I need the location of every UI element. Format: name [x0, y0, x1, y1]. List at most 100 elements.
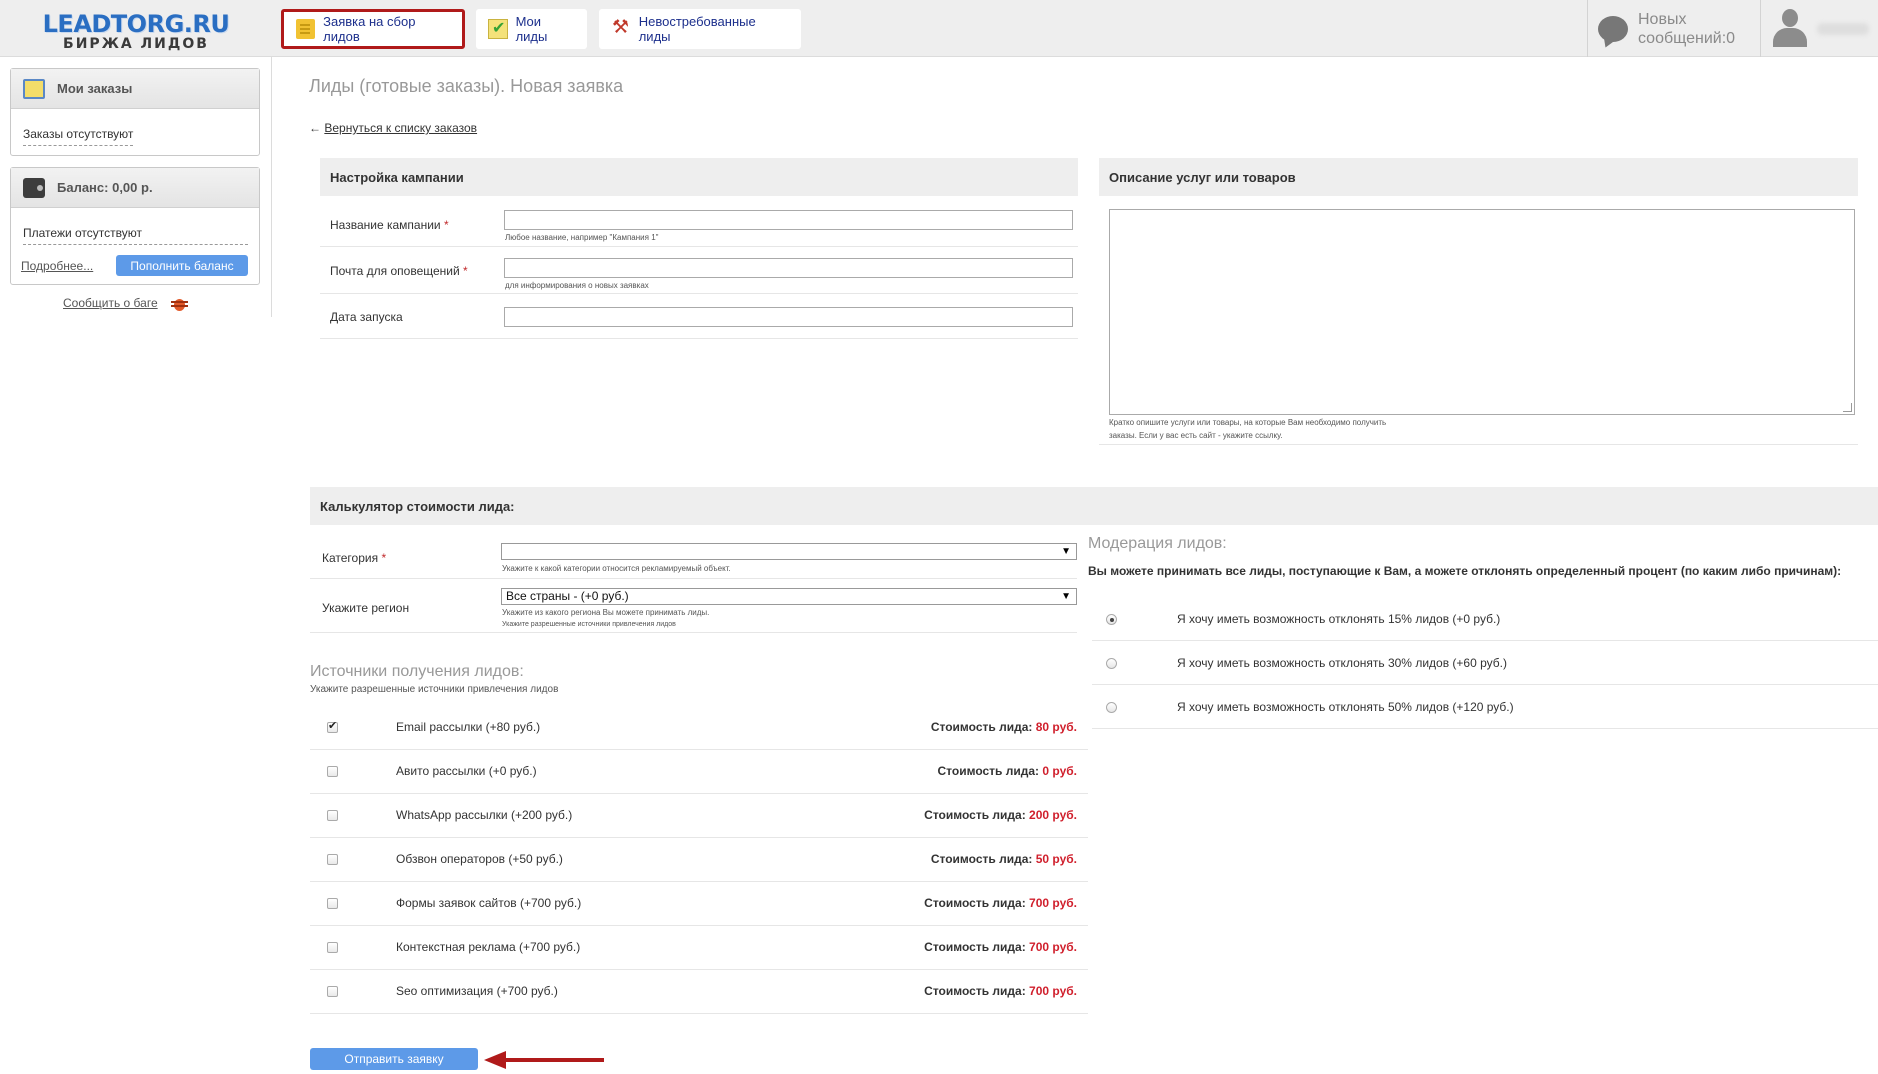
region-hint-sources: Укажите разрешенные источники привлечени… [502, 621, 676, 628]
campaign-name-label: Название кампании * [330, 218, 449, 232]
moderation-option-label: Я хочу иметь возможность отклонять 50% л… [1177, 700, 1514, 714]
moderation-title: Модерация лидов: [1088, 535, 1227, 552]
source-checkbox-avito[interactable] [327, 766, 338, 777]
tab-label: Заявка на сбор лидов [323, 14, 416, 44]
source-price: Стоимость лида: 700 руб. [924, 940, 1077, 954]
back-link[interactable]: ← Вернуться к списку заказов [309, 121, 477, 135]
campaign-name-hint: Любое название, например "Кампания 1" [505, 233, 659, 242]
source-price: Стоимость лида: 0 руб. [937, 764, 1077, 778]
divider [320, 293, 1078, 294]
launch-date-input[interactable] [504, 307, 1073, 327]
back-link-label: Вернуться к списку заказов [324, 121, 478, 135]
source-checkbox-seo[interactable] [327, 986, 338, 997]
source-price: Стоимость лида: 50 руб. [930, 852, 1077, 866]
top-bar: LEADTORG.RU БИРЖА ЛИДОВ Заявка на сбор л… [0, 0, 1878, 57]
hammer-icon [611, 16, 631, 39]
orders-empty-text: Заказы отсутствуют [23, 127, 134, 146]
source-label: Авито рассылки (+0 руб.) [396, 764, 537, 778]
lead-cost-calculator-header: Калькулятор стоимости лида: [310, 487, 1878, 525]
region-select[interactable]: Все страны - (+0 руб.) ▼ [501, 588, 1077, 605]
red-arrow-annotation [484, 1051, 604, 1069]
moderation-radio-50[interactable] [1106, 702, 1117, 713]
divider [1099, 444, 1858, 445]
bug-icon [171, 296, 188, 313]
divider [310, 1013, 1088, 1014]
source-checkbox-forms[interactable] [327, 898, 338, 909]
logo[interactable]: LEADTORG.RU БИРЖА ЛИДОВ [0, 0, 272, 57]
my-orders-box: Мои заказы Заказы отсутствуют [10, 68, 260, 156]
source-checkbox-context[interactable] [327, 942, 338, 953]
payments-empty-text: Платежи отсутствуют [23, 226, 248, 245]
category-hint: Укажите к какой категории относится рекл… [502, 564, 731, 573]
source-price: Стоимость лида: 200 руб. [924, 808, 1077, 822]
my-orders-title: Мои заказы [57, 81, 133, 96]
chat-bubble-icon [1598, 15, 1628, 42]
divider [320, 246, 1078, 247]
divider [310, 881, 1088, 882]
sources-title: Источники получения лидов: [310, 663, 524, 680]
report-bug-link[interactable]: Сообщить о баге [63, 296, 158, 310]
source-label: Email рассылки (+80 руб.) [396, 720, 541, 734]
tab-my-leads[interactable]: Мои лиды [476, 9, 587, 49]
document-icon [296, 19, 316, 39]
region-selected-value: Все страны - (+0 руб.) [506, 589, 629, 603]
divider [310, 749, 1088, 750]
category-label: Категория * [322, 551, 387, 565]
source-label: Контекстная реклама (+700 руб.) [396, 940, 581, 954]
divider [310, 793, 1088, 794]
notification-email-input[interactable] [504, 258, 1073, 278]
cart-icon [23, 78, 45, 99]
source-checkbox-whatsapp[interactable] [327, 810, 338, 821]
moderation-radio-30[interactable] [1106, 658, 1117, 669]
source-label: Формы заявок сайтов (+700 руб.) [396, 896, 582, 910]
more-link[interactable]: Подробнее... [21, 259, 93, 273]
description-header: Описание услуг или товаров [1099, 158, 1858, 196]
moderation-radio-15[interactable] [1106, 614, 1117, 625]
arrow-left-icon: ← [309, 121, 321, 135]
divider [1092, 684, 1878, 685]
moderation-description: Вы можете принимать все лиды, поступающи… [1088, 564, 1842, 578]
submit-request-button[interactable]: Отправить заявку [310, 1048, 478, 1070]
description-hint-1: Кратко опишите услуги или товары, на кот… [1109, 418, 1387, 427]
source-price: Стоимость лида: 700 руб. [924, 984, 1077, 998]
wallet-icon [23, 177, 45, 198]
chevron-down-icon: ▼ [1061, 591, 1071, 602]
source-label: Обзвон операторов (+50 руб.) [396, 852, 563, 866]
avatar-icon [1773, 9, 1807, 47]
divider [320, 338, 1078, 339]
messages-indicator[interactable]: Новых сообщений:0 [1587, 0, 1760, 57]
logo-text: LEADTORG.RU [42, 10, 230, 38]
user-name-blurred [1817, 23, 1869, 35]
divider [310, 632, 1077, 633]
divider [310, 969, 1088, 970]
source-checkbox-calls[interactable] [327, 854, 338, 865]
source-checkbox-email[interactable] [327, 719, 338, 733]
tab-lead-request[interactable]: Заявка на сбор лидов [281, 9, 465, 49]
messages-label: Новых [1638, 10, 1687, 28]
chevron-down-icon: ▼ [1061, 546, 1071, 557]
divider [1092, 728, 1878, 729]
tab-unclaimed-leads[interactable]: Невостребованные лиды [599, 9, 801, 49]
user-menu[interactable] [1760, 0, 1878, 57]
launch-date-label: Дата запуска [330, 310, 403, 324]
messages-count: сообщений:0 [1638, 29, 1736, 47]
description-hint-2: заказы. Если у вас есть сайт - укажите с… [1109, 431, 1283, 440]
tab-label: Мои лиды [515, 14, 548, 44]
notification-email-label: Почта для оповещений * [330, 264, 468, 278]
sources-subtitle: Укажите разрешенные источники привлечени… [310, 684, 559, 695]
moderation-option-label: Я хочу иметь возможность отклонять 30% л… [1177, 656, 1507, 670]
region-hint: Укажите из какого региона Вы можете прин… [502, 608, 710, 617]
balance-title: Баланс: 0,00 р. [57, 180, 153, 195]
description-textarea[interactable] [1109, 209, 1855, 415]
moderation-option-label: Я хочу иметь возможность отклонять 15% л… [1177, 612, 1501, 626]
source-label: Seo оптимизация (+700 руб.) [396, 984, 558, 998]
sidebar: Мои заказы Заказы отсутствуют Баланс: 0,… [0, 57, 272, 317]
divider [310, 578, 1077, 579]
category-select[interactable]: ▼ [501, 543, 1077, 560]
page-title: Лиды (готовые заказы). Новая заявка [309, 76, 624, 96]
topup-balance-button[interactable]: Пополнить баланс [116, 255, 248, 276]
campaign-name-input[interactable] [504, 210, 1073, 230]
source-price: Стоимость лида: 80 руб. [930, 720, 1077, 734]
divider [1092, 640, 1878, 641]
campaign-settings-header: Настройка кампании [320, 158, 1078, 196]
